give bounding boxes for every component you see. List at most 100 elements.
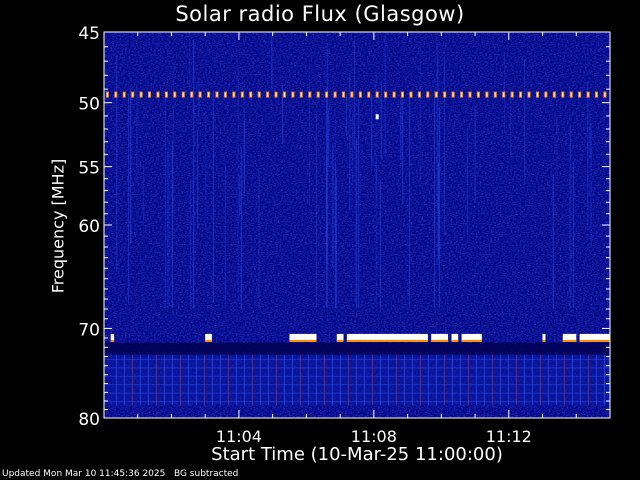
interference-line bbox=[468, 354, 469, 406]
interference-line bbox=[324, 354, 325, 406]
spike-dot-core bbox=[284, 92, 285, 97]
noise-streak bbox=[240, 147, 242, 308]
spike-dot-core bbox=[452, 92, 454, 97]
noise-streak bbox=[419, 45, 421, 186]
spike-dot-core bbox=[477, 92, 479, 97]
noise-streak bbox=[474, 105, 476, 204]
interference-line bbox=[444, 354, 445, 406]
interference-line bbox=[492, 354, 493, 406]
spike-dot-core bbox=[511, 92, 513, 97]
interference-line bbox=[572, 354, 573, 406]
interference-line bbox=[372, 354, 373, 406]
noise-streak bbox=[168, 141, 170, 308]
interference-line bbox=[188, 354, 189, 406]
noise-streak bbox=[198, 77, 200, 125]
noise-streak bbox=[197, 130, 199, 229]
spike-dot-core bbox=[275, 92, 277, 97]
band-segment-edge bbox=[289, 339, 317, 342]
spike-dot-core bbox=[174, 92, 176, 97]
spike-dot-core bbox=[292, 92, 294, 97]
noise-streak bbox=[590, 123, 592, 247]
interference-line bbox=[476, 354, 477, 406]
dark-gap bbox=[104, 342, 610, 355]
noise-streak bbox=[352, 116, 354, 185]
noise-streak bbox=[569, 124, 571, 309]
interference-row bbox=[104, 384, 610, 386]
noise-streak bbox=[190, 179, 192, 308]
spike-dot-core bbox=[604, 92, 606, 97]
spike-dot-core bbox=[494, 92, 496, 97]
spike-dot-core bbox=[165, 92, 167, 97]
spike-dot-core bbox=[132, 92, 134, 97]
interference-line bbox=[284, 354, 285, 406]
noise-streak bbox=[400, 98, 402, 161]
noise-streak bbox=[556, 117, 558, 179]
spike-dot-core bbox=[469, 92, 471, 97]
noise-streak bbox=[171, 140, 173, 308]
noise-streak bbox=[328, 108, 330, 168]
interference-line bbox=[212, 354, 213, 406]
interference-line bbox=[228, 354, 229, 406]
interference-line bbox=[460, 354, 461, 406]
spike-dot-core bbox=[579, 92, 581, 97]
spike-dot-core bbox=[224, 92, 226, 97]
noise-streak bbox=[437, 55, 439, 265]
x-axis-label: Start Time (10-Mar-25 11:00:00) bbox=[211, 444, 503, 465]
interference-line bbox=[436, 354, 437, 406]
interference-line bbox=[268, 354, 269, 406]
spike-dot-core bbox=[123, 92, 125, 97]
noise-streak bbox=[371, 95, 373, 166]
interference-line bbox=[220, 354, 221, 406]
noise-streak bbox=[434, 90, 436, 308]
spike-dot-core bbox=[359, 92, 361, 97]
interference-line bbox=[180, 354, 181, 406]
noise-streak bbox=[308, 65, 310, 203]
interference-line bbox=[452, 354, 453, 406]
y-tick-label: 45 bbox=[78, 24, 100, 44]
interference-line bbox=[380, 354, 381, 406]
updated-timestamp: Updated Mon Mar 10 11:45:36 2025 bbox=[2, 469, 166, 479]
spike-dot-core bbox=[149, 92, 150, 97]
interference-line bbox=[308, 354, 309, 406]
noise-streak bbox=[128, 93, 130, 304]
interference-row bbox=[104, 401, 610, 403]
interference-line bbox=[428, 354, 429, 406]
interference-line bbox=[252, 354, 253, 406]
noise-streak bbox=[326, 43, 328, 309]
band-segment-edge bbox=[431, 339, 449, 342]
interference-row bbox=[104, 375, 610, 377]
interference-line bbox=[300, 354, 301, 406]
noise-streak bbox=[334, 115, 336, 308]
spike-dot-core bbox=[503, 92, 505, 97]
y-tick-label: 60 bbox=[78, 217, 100, 237]
interference-line bbox=[196, 354, 197, 406]
interference-line bbox=[588, 354, 589, 406]
spike-dot-core bbox=[191, 92, 193, 97]
spike-dot-core bbox=[537, 92, 538, 97]
spike-dot-core bbox=[267, 92, 269, 97]
interference-line bbox=[604, 354, 605, 406]
spike-dot-core bbox=[418, 92, 420, 97]
spike-dot-core bbox=[241, 92, 243, 97]
isolated-spike bbox=[375, 114, 379, 120]
band-segment-edge bbox=[205, 339, 212, 342]
noise-streak bbox=[332, 142, 334, 268]
spike-dot-core bbox=[233, 92, 235, 97]
interference-line bbox=[172, 354, 173, 406]
spike-dot-core bbox=[334, 92, 336, 97]
noise-streak bbox=[552, 174, 554, 308]
spike-dot-core bbox=[570, 92, 572, 97]
interference-line bbox=[596, 354, 597, 406]
noise-streak bbox=[380, 81, 382, 160]
noise-streak bbox=[165, 98, 167, 308]
spike-dot-core bbox=[435, 92, 437, 97]
noise-streak bbox=[237, 67, 239, 294]
interference-line bbox=[516, 354, 517, 406]
interference-line bbox=[276, 354, 277, 406]
y-tick-label: 80 bbox=[78, 410, 100, 430]
spike-dot-core bbox=[562, 92, 564, 97]
noise-streak bbox=[243, 119, 245, 193]
noise-streak bbox=[510, 93, 512, 156]
spike-dot-core bbox=[553, 92, 555, 97]
band-segment-edge bbox=[110, 339, 115, 342]
